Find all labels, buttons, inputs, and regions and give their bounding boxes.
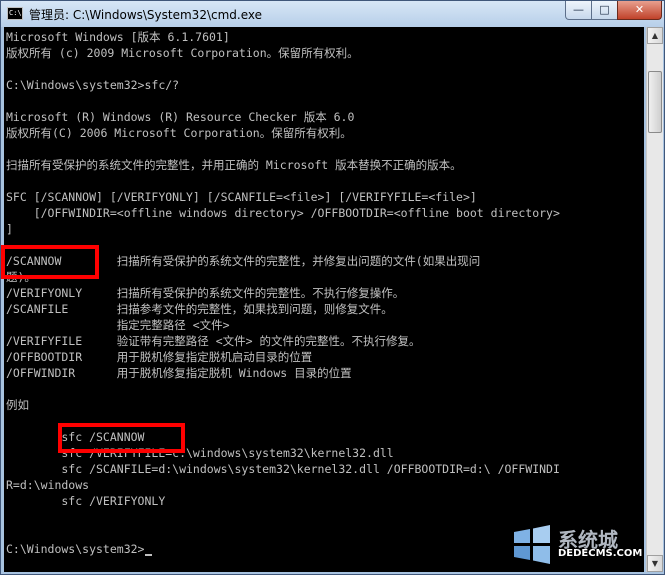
windows-logo-icon bbox=[514, 525, 550, 564]
console-line: sfc /VERIFYONLY bbox=[6, 494, 166, 508]
highlight-box-scannow-option bbox=[1, 245, 99, 279]
console-line: [/OFFWINDIR=<offline windows directory> … bbox=[6, 206, 560, 220]
console-line: 版权所有 (c) 2009 Microsoft Corporation。保留所有… bbox=[6, 46, 359, 60]
title-bar[interactable]: C:\ 管理员: C:\Windows\System32\cmd.exe — □… bbox=[1, 1, 664, 27]
watermark: 系统城 DEDECMS.COM bbox=[506, 516, 664, 574]
vertical-scrollbar[interactable]: ▲ ▼ bbox=[646, 27, 663, 572]
console-line: Microsoft (R) Windows (R) Resource Check… bbox=[6, 110, 355, 124]
console-lines: Microsoft Windows [版本 6.1.7601] 版权所有 (c)… bbox=[6, 29, 560, 557]
console-prompt-line[interactable]: C:\Windows\system32> bbox=[6, 541, 560, 557]
window-title: 管理员: C:\Windows\System32\cmd.exe bbox=[29, 8, 262, 22]
watermark-subtitle: DEDECMS.COM bbox=[558, 548, 643, 559]
minimize-button[interactable]: — bbox=[565, 1, 592, 20]
console-line: ] bbox=[6, 222, 13, 236]
console-line: /SCANFILE 扫描参考文件的完整性，如果找到问题，则修复文件。 bbox=[6, 302, 393, 316]
console-line: R=d:\windows bbox=[6, 478, 90, 492]
console-line: 扫描所有受保护的系统文件的完整性，并用正确的 Microsoft 版本替换不正确… bbox=[6, 158, 462, 172]
console-line: /VERIFYONLY 扫描所有受保护的系统文件的完整性。不执行修复操作。 bbox=[6, 286, 405, 300]
maximize-button[interactable]: □ bbox=[591, 1, 618, 20]
console-line: 例如 bbox=[6, 398, 29, 412]
cmd-icon[interactable]: C:\ bbox=[7, 7, 23, 20]
close-button[interactable]: ✕ bbox=[617, 1, 662, 20]
highlight-box-scannow-example bbox=[58, 423, 185, 453]
console-line: /OFFWINDIR 用于脱机修复指定脱机 Windows 目录的位置 bbox=[6, 366, 352, 380]
console-line: C:\Windows\system32>sfc/? bbox=[6, 78, 180, 92]
console-line: sfc /SCANFILE=d:\windows\system32\kernel… bbox=[6, 462, 560, 476]
console-output[interactable]: Microsoft Windows [版本 6.1.7601] 版权所有 (c)… bbox=[4, 27, 644, 572]
text-cursor bbox=[145, 554, 153, 556]
console-line: 指定完整路径 <文件> bbox=[6, 318, 230, 332]
console-line: /VERIFYFILE 验证带有完整路径 <文件> 的文件的完整性。不执行修复。 bbox=[6, 334, 421, 348]
console-prompt: C:\Windows\system32> bbox=[6, 542, 145, 556]
console-line: /OFFBOOTDIR 用于脱机修复指定脱机启动目录的位置 bbox=[6, 350, 313, 364]
console-line: Microsoft Windows [版本 6.1.7601] bbox=[6, 30, 230, 44]
cmd-window: C:\ 管理员: C:\Windows\System32\cmd.exe — □… bbox=[0, 0, 665, 575]
scroll-up-arrow-icon[interactable]: ▲ bbox=[647, 27, 663, 44]
console-line: SFC [/SCANNOW] [/VERIFYONLY] [/SCANFILE=… bbox=[6, 190, 477, 204]
scrollbar-thumb[interactable] bbox=[648, 71, 662, 133]
console-line: 版权所有(C) 2006 Microsoft Corporation。保留所有权… bbox=[6, 126, 352, 140]
